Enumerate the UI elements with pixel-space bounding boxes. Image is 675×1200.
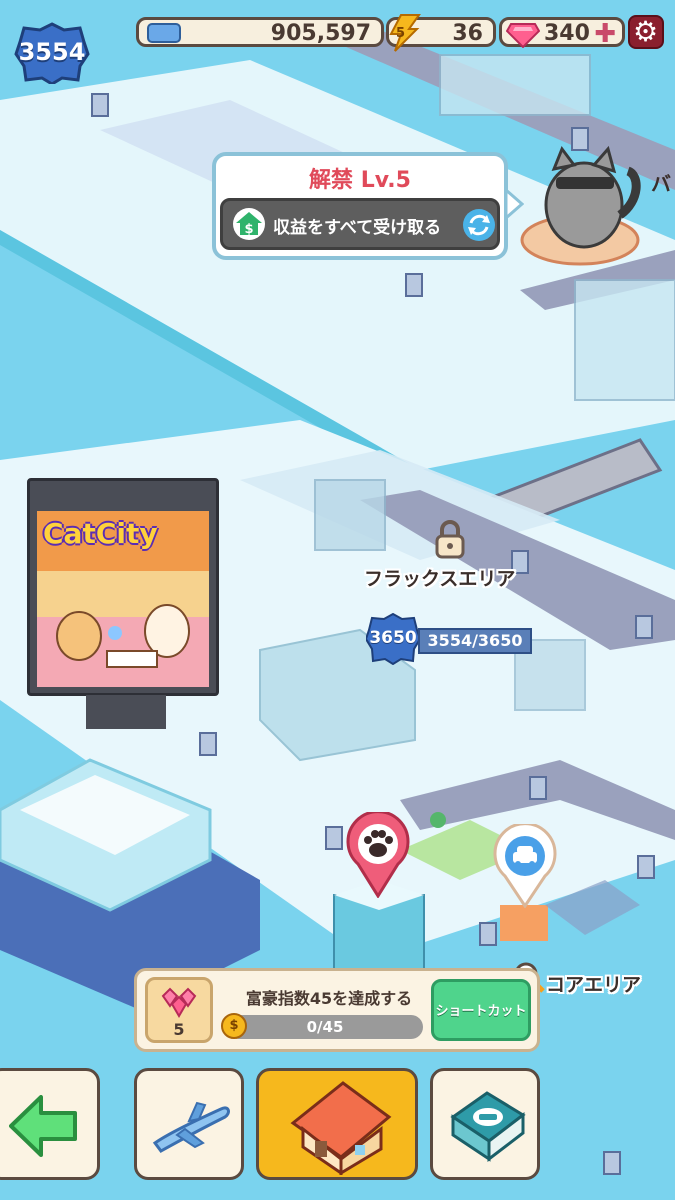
settings-button[interactable]: ⚙ (628, 15, 664, 49)
car-book-icon (450, 1091, 526, 1163)
quest-description: 富豪指数45を達成する (245, 989, 413, 1008)
collection-book-button[interactable] (430, 1068, 540, 1180)
area-progress-text: 3554/3650 (427, 631, 523, 650)
gems-counter[interactable]: 340 ✚ (499, 17, 625, 49)
core-area-name: コアエリア (546, 974, 642, 996)
billboard-poster: CatCity (37, 511, 209, 687)
energy-value: 36 (452, 21, 483, 46)
catcity-billboard[interactable]: CatCity (27, 478, 219, 729)
gem-icon (505, 20, 541, 49)
pink-gems-icon (161, 987, 197, 1018)
popup-pointer (506, 190, 524, 218)
quest-reward[interactable]: 5 (145, 977, 213, 1043)
car-shop-pin[interactable] (492, 822, 558, 909)
padlock-icon (435, 520, 465, 559)
quest-progress-bar: $ 0/45 (221, 1013, 423, 1039)
area-level: 3650 (369, 628, 417, 648)
house-icon (290, 1081, 392, 1175)
billboard-title: CatCity (43, 517, 158, 550)
quest-reward-count: 5 (173, 1020, 185, 1039)
cash-icon (147, 23, 181, 43)
energy-counter[interactable]: 5 36 (386, 14, 496, 52)
back-button[interactable] (0, 1068, 100, 1180)
player-level-badge[interactable]: 3554 (14, 22, 90, 86)
collect-all-button[interactable]: $ 収益をすべて受け取る (220, 198, 500, 250)
house-money-icon: $ (233, 208, 265, 240)
gems-value: 340 (544, 21, 590, 46)
unlock-popup: 解禁 Lv.5 $ 収益をすべて受け取る (212, 152, 524, 260)
back-arrow-icon (9, 1095, 77, 1157)
svg-text:$: $ (244, 222, 253, 237)
energy-badge: 5 (396, 26, 406, 41)
picnic-cats-image (56, 604, 190, 668)
quest-panel: 5 富豪指数45を達成する $ 0/45 ショートカット (134, 968, 540, 1052)
cat-statue[interactable] (536, 145, 646, 255)
airplane-icon (152, 1101, 230, 1153)
paw-pin-icon (346, 810, 410, 899)
coins-value: 905,597 (270, 21, 371, 46)
locked-area-name: フラックスエリア (364, 568, 516, 590)
travel-button[interactable] (134, 1068, 244, 1180)
player-level: 3554 (18, 38, 86, 66)
shortcut-button[interactable]: ショートカット (431, 979, 531, 1041)
gear-icon: ⚙ (633, 15, 659, 48)
refresh-icon (463, 209, 495, 241)
unlock-title: 解禁 Lv.5 (309, 168, 411, 193)
add-gems-icon[interactable]: ✚ (594, 19, 616, 49)
side-label: バ (651, 172, 671, 196)
shortcut-label: ショートカット (435, 1004, 527, 1019)
car-pin-icon (493, 822, 557, 909)
coins-counter[interactable]: 905,597 (136, 17, 384, 47)
cat-paw-pin[interactable] (344, 810, 412, 899)
area-progress-bar: 3554/3650 (418, 628, 532, 654)
collect-all-label: 収益をすべて受け取る (273, 218, 442, 238)
locked-area-lock[interactable] (433, 519, 467, 559)
area-level-badge: 3650 (364, 612, 422, 666)
home-button[interactable] (256, 1068, 418, 1180)
quest-progress-text: 0/45 (306, 1018, 344, 1036)
